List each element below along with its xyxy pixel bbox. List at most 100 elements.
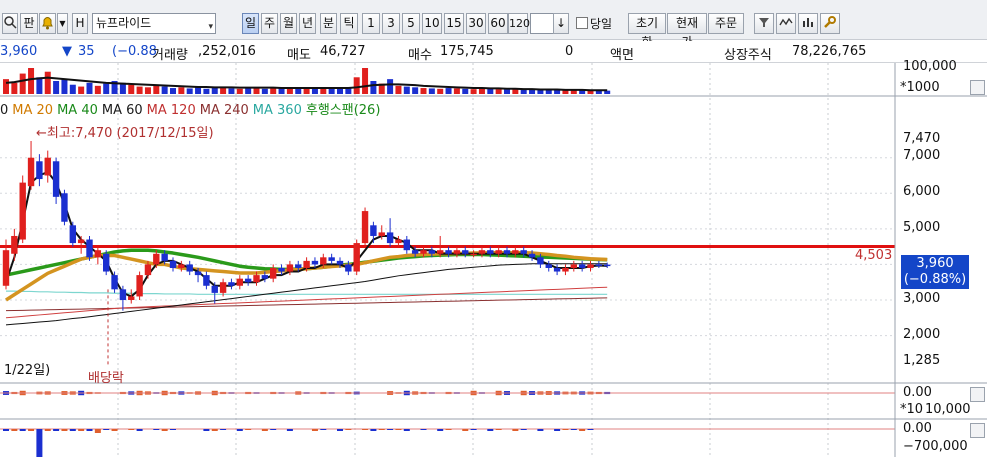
volume-bar	[78, 86, 85, 94]
period-day[interactable]: 일	[242, 13, 259, 34]
legend-item: 0	[0, 103, 9, 118]
volume-bar	[445, 88, 452, 94]
indicator2-bar	[261, 429, 268, 431]
indicator2-bar	[3, 429, 9, 431]
candle-body	[186, 264, 193, 272]
indicator2-bar	[445, 429, 452, 430]
resistance-label: 4,503	[855, 248, 893, 263]
current-price: 3,960	[0, 44, 38, 59]
volume-pane-scroll-button[interactable]	[970, 80, 985, 95]
candle-body	[570, 264, 577, 268]
candle-body	[537, 257, 544, 265]
candle-body	[453, 250, 461, 254]
price-axis-5000: 5,000	[903, 220, 941, 235]
volume-bar	[53, 81, 60, 94]
period-week[interactable]: 주	[261, 13, 278, 34]
interval-15[interactable]: 15	[444, 13, 464, 34]
legend-item: MA 40	[57, 103, 98, 118]
bar-chart-icon[interactable]	[798, 13, 818, 34]
volume-bar	[311, 88, 318, 94]
volume-bar	[228, 88, 235, 94]
toolbar-button-h[interactable]: H	[72, 13, 88, 34]
settings-icon[interactable]	[820, 13, 840, 34]
price-axis-2000: 2,000	[903, 327, 941, 342]
toolbar-button-pan[interactable]: 판	[20, 13, 38, 34]
candle-body	[253, 275, 260, 283]
high-annotation: ←최고:7,470 (2017/12/15일)	[36, 126, 214, 141]
change-arrow-icon: ▼	[62, 44, 72, 59]
volume-bar	[270, 88, 277, 94]
same-day-checkbox[interactable]	[576, 17, 588, 29]
interval-3[interactable]: 3	[382, 13, 400, 34]
reset-button[interactable]: 초기화	[628, 13, 666, 49]
volume-value: ,252,016	[198, 44, 256, 59]
sub1-pane-scroll-button[interactable]	[970, 387, 985, 402]
search-icon[interactable]	[2, 13, 18, 34]
indicator2-bar	[512, 429, 519, 431]
volume-bar	[61, 79, 68, 94]
price-axis-1285: 1,285	[903, 353, 941, 368]
indicator2-bar	[403, 429, 410, 431]
stock-name-select[interactable]: 뉴프라이드 ▾	[92, 13, 216, 34]
candle-body	[19, 182, 26, 240]
stock-chart[interactable]: 0 MA 20 MA 40 MA 60 MA 120 MA 240 MA 360 후행스팬(2…	[0, 59, 987, 457]
indicator2-bar	[579, 429, 586, 431]
zero-value: 0	[565, 44, 574, 59]
candle-body	[378, 232, 385, 236]
listed-qty: 78,226,765	[792, 44, 867, 59]
indicator2-bar	[345, 429, 352, 430]
candle-body	[604, 264, 611, 267]
magnifier-icon	[4, 16, 17, 29]
down-arrow-button[interactable]: ↓	[553, 13, 569, 34]
period-year[interactable]: 년	[299, 13, 316, 34]
interval-120[interactable]: 120	[508, 13, 530, 34]
indicator2-bar	[170, 429, 176, 430]
sub2-pane-scroll-button[interactable]	[970, 423, 985, 438]
current-price-button[interactable]: 현재가	[667, 13, 707, 49]
candle-body	[353, 243, 360, 272]
ma5-line	[5, 170, 608, 298]
candle-body	[261, 275, 269, 279]
order-button[interactable]: 주문	[708, 13, 744, 34]
line-chart-icon[interactable]	[776, 13, 796, 34]
candle-body	[194, 271, 202, 276]
candle-body	[411, 250, 419, 254]
indicator2-bar	[19, 429, 26, 431]
candle-body	[44, 157, 51, 176]
interval-30[interactable]: 30	[466, 13, 486, 34]
interval-60[interactable]: 60	[488, 13, 508, 34]
period-month[interactable]: 월	[280, 13, 297, 34]
alert-dropdown-icon[interactable]: ▼	[57, 13, 68, 34]
funnel-icon[interactable]	[754, 13, 774, 34]
volume-bar	[236, 88, 243, 94]
candle-body	[428, 250, 436, 254]
candle-body	[420, 250, 427, 254]
interval-5[interactable]: 5	[402, 13, 420, 34]
price-change: 35	[78, 44, 95, 59]
period-tick[interactable]: 틱	[340, 13, 358, 34]
volume-bar	[261, 88, 268, 94]
sell-label: 매도	[287, 48, 311, 63]
stock-name-text: 뉴프라이드	[96, 16, 152, 30]
volume-bar	[86, 82, 93, 94]
volume-bar	[328, 88, 335, 94]
indicator2-bar	[420, 429, 427, 430]
bell-icon[interactable]	[39, 13, 56, 34]
indicator2-bar	[337, 429, 343, 431]
candle-body	[512, 250, 519, 254]
volume-bar	[3, 79, 9, 94]
candle-body	[286, 264, 294, 272]
candle-body	[2, 250, 10, 286]
interval-10[interactable]: 10	[422, 13, 442, 34]
volume-bar	[337, 88, 343, 94]
candle-body	[77, 239, 85, 244]
candle-body	[595, 264, 603, 266]
volume-bar	[195, 87, 202, 94]
candle-body	[94, 250, 102, 258]
period-minute[interactable]: 분	[320, 13, 337, 34]
volume-bar	[504, 89, 510, 94]
volume-bar	[153, 85, 160, 94]
low-annotation: 1/22일)	[4, 363, 51, 378]
interval-1[interactable]: 1	[362, 13, 380, 34]
ma-legend: 0 MA 20 MA 40 MA 60 MA 120 MA 240 MA 360 후행스팬(2…	[0, 99, 384, 118]
